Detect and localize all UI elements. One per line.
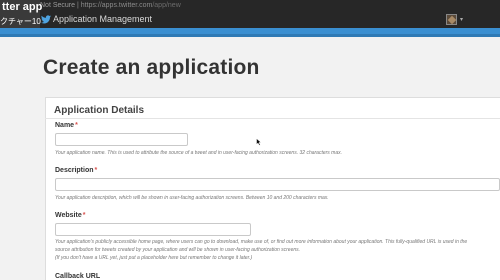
header-accent-shadow <box>0 34 500 37</box>
website-label-text: Website <box>55 212 82 219</box>
security-indicator: Not Secure <box>40 2 76 9</box>
overlay-title: tter app <box>2 1 43 13</box>
description-help-text: Your application description, which will… <box>55 195 329 201</box>
required-marker: * <box>94 167 98 174</box>
address-bar[interactable]: Not Secure | https://apps.twitter.com/ap… <box>40 2 181 9</box>
name-help-text: Your application name. This is used to a… <box>55 150 343 156</box>
callback-url-label: Callback URL <box>55 273 101 280</box>
twitter-bird-icon[interactable] <box>41 15 51 24</box>
name-field[interactable] <box>55 133 188 146</box>
video-title-overlay: tter app クチャー10 <box>0 0 43 28</box>
website-help-text-line2: source attribution for tweets created by… <box>55 247 301 253</box>
description-label: Description* <box>55 167 97 174</box>
website-help-text-line3: (If you don't have a URL yet, just put a… <box>55 255 253 261</box>
required-marker: * <box>82 212 86 219</box>
top-navbar: Not Secure | https://apps.twitter.com/ap… <box>0 0 500 28</box>
section-divider <box>45 118 500 119</box>
website-help-text-line1: Your application's publicly accessible h… <box>55 239 468 245</box>
description-field[interactable] <box>55 178 500 191</box>
page-title: Create an application <box>43 56 260 79</box>
description-label-text: Description <box>55 167 94 174</box>
url-host: https://apps.twitter.com <box>80 2 153 9</box>
url-path: /app/new <box>152 2 181 9</box>
required-marker: * <box>75 122 78 129</box>
name-label: Name* <box>55 122 78 129</box>
overlay-subtitle: クチャー10 <box>0 17 41 26</box>
name-label-text: Name <box>55 122 75 129</box>
website-field[interactable] <box>55 223 251 236</box>
app-management-title[interactable]: Application Management <box>53 14 152 24</box>
chevron-down-icon[interactable]: ▾ <box>460 16 463 23</box>
section-title: Application Details <box>54 105 145 116</box>
mouse-cursor-icon <box>256 138 262 146</box>
website-label: Website* <box>55 212 85 219</box>
user-avatar-icon[interactable] <box>446 14 457 25</box>
